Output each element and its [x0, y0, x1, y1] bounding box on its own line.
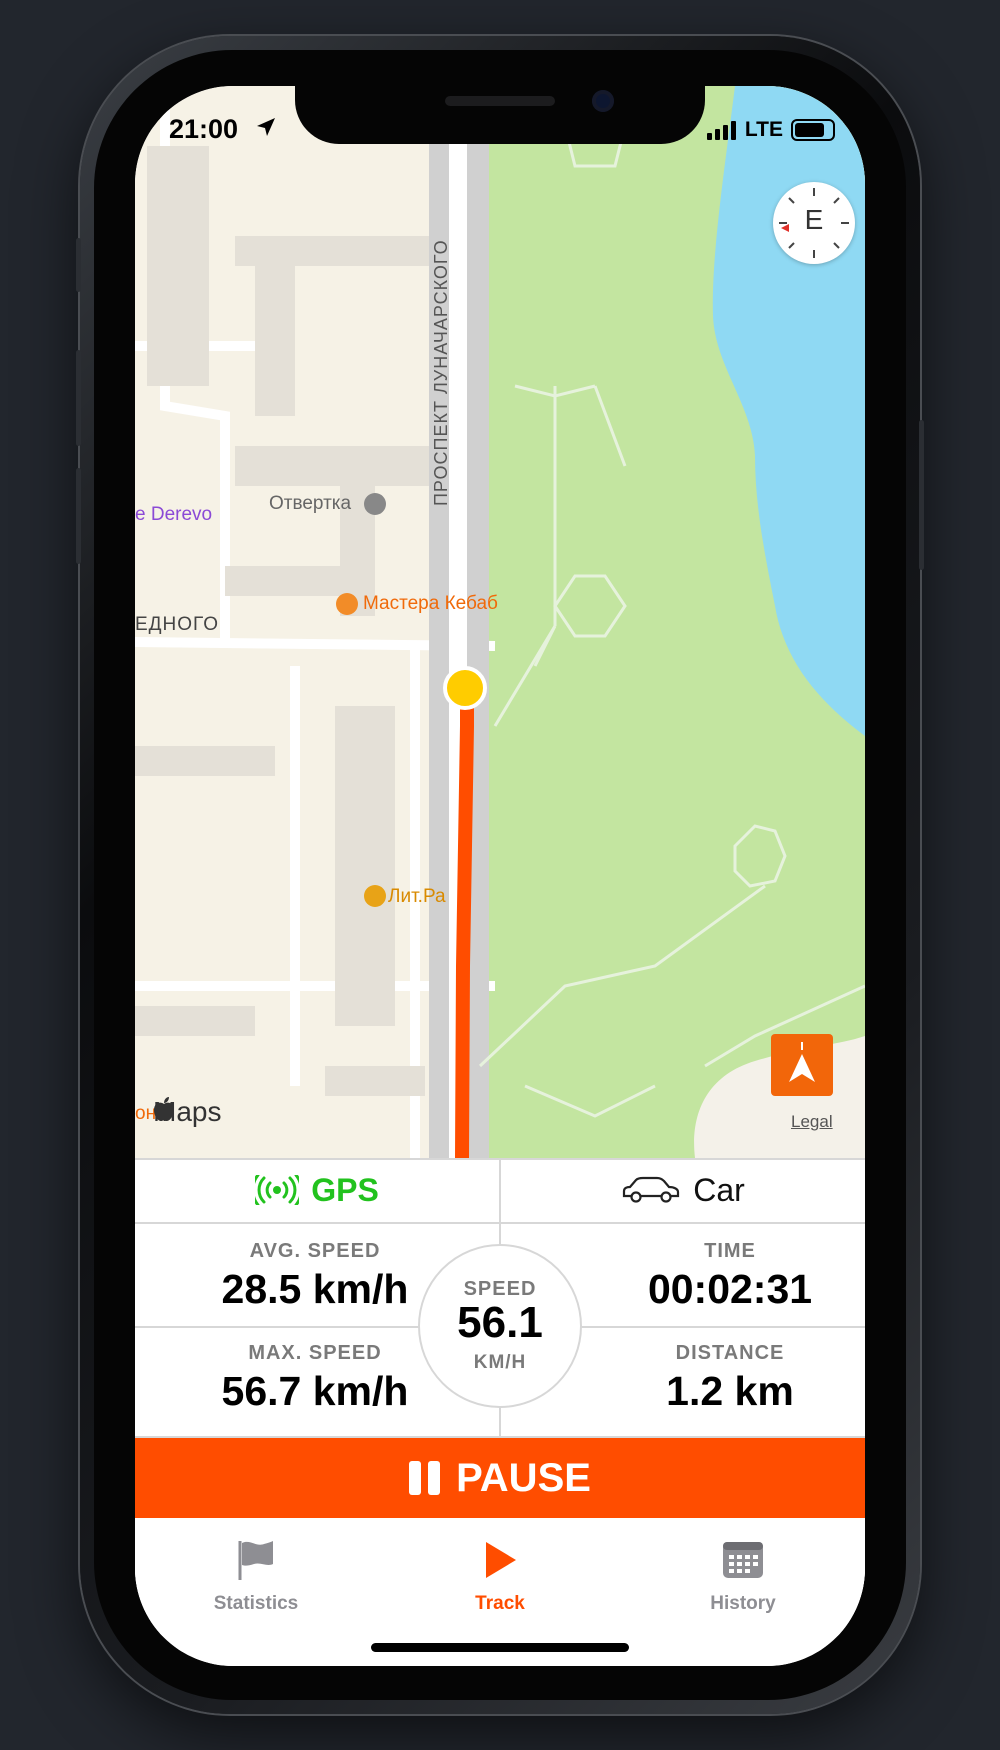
side-button-power: [919, 420, 924, 570]
compass-heading: E: [804, 204, 824, 235]
tab-track-label: Track: [475, 1593, 525, 1614]
street-label-left: ЕДНОГО: [135, 614, 220, 635]
speed-value: 56.1: [457, 1298, 543, 1347]
car-icon: [623, 1176, 680, 1203]
battery-level-fill: [795, 123, 824, 137]
poi-lit-label: Лит.Ра: [388, 886, 446, 907]
app-screen: ПРОСПЕКТ ЛУНАЧАРСКОГО Отвертка e Derevo …: [135, 86, 865, 1666]
tab-statistics-label: Statistics: [213, 1593, 299, 1614]
map-canvas: [135, 86, 865, 1158]
poi-derevo-label: e Derevo: [135, 504, 213, 525]
tab-history-label: History: [710, 1593, 776, 1614]
gps-signal-icon: [255, 1175, 300, 1205]
status-time: 21:00: [169, 114, 239, 144]
front-camera: [592, 90, 614, 112]
notch: [295, 86, 705, 144]
location-arrow-icon: [257, 118, 275, 136]
speed-unit: KM/H: [473, 1352, 527, 1373]
tab-track[interactable]: Track: [420, 1538, 580, 1615]
apple-maps-logo: Maps: [153, 1096, 221, 1128]
status-right-group: LTE: [706, 118, 835, 142]
distance-label: DISTANCE: [675, 1342, 785, 1364]
signal-icon: [706, 121, 736, 140]
current-speed-gauge: SPEED 56.1 KM/H: [418, 1244, 582, 1408]
avg-speed-label: AVG. SPEED: [249, 1240, 381, 1262]
speaker-grille: [445, 96, 555, 106]
locate-me-button[interactable]: [771, 1034, 833, 1096]
battery-icon: [791, 119, 835, 141]
max-speed-label: MAX. SPEED: [248, 1342, 382, 1364]
time-label: TIME: [704, 1240, 756, 1262]
poi-otvertka-label: Отвертка: [269, 493, 352, 514]
network-type: LTE: [744, 118, 783, 141]
poi-kebab-label: Мастера Кебаб: [363, 593, 498, 614]
pause-button[interactable]: PAUSE: [135, 1438, 865, 1518]
map-view[interactable]: ПРОСПЕКТ ЛУНАЧАРСКОГО Отвертка e Derevo …: [135, 86, 865, 1158]
play-icon: [486, 1542, 516, 1578]
side-button-silent: [76, 238, 81, 292]
calendar-icon: [723, 1542, 763, 1578]
apple-icon: [154, 1097, 174, 1121]
max-speed-value: 56.7 km/h: [221, 1368, 409, 1414]
legal-link[interactable]: Legal: [791, 1112, 833, 1132]
side-button-volume-down: [76, 468, 81, 564]
tab-history[interactable]: History: [663, 1538, 823, 1615]
navigation-arrow-icon: [789, 1042, 815, 1082]
tab-statistics[interactable]: Statistics: [176, 1538, 336, 1615]
distance-value: 1.2 km: [666, 1368, 794, 1414]
vehicle-selector[interactable]: Car: [501, 1158, 865, 1222]
side-button-volume-up: [76, 350, 81, 446]
pause-icon: [409, 1461, 441, 1495]
street-label-lunacharskogo: ПРОСПЕКТ ЛУНАЧАРСКОГО: [431, 239, 451, 506]
vehicle-label: Car: [693, 1171, 745, 1208]
gps-label: GPS: [311, 1171, 379, 1208]
pause-label: PAUSE: [456, 1455, 591, 1500]
gps-status[interactable]: GPS: [135, 1158, 499, 1222]
compass-button[interactable]: E: [773, 182, 855, 264]
home-indicator[interactable]: [371, 1643, 629, 1652]
time-value: 00:02:31: [647, 1266, 813, 1312]
flag-icon: [238, 1541, 273, 1580]
